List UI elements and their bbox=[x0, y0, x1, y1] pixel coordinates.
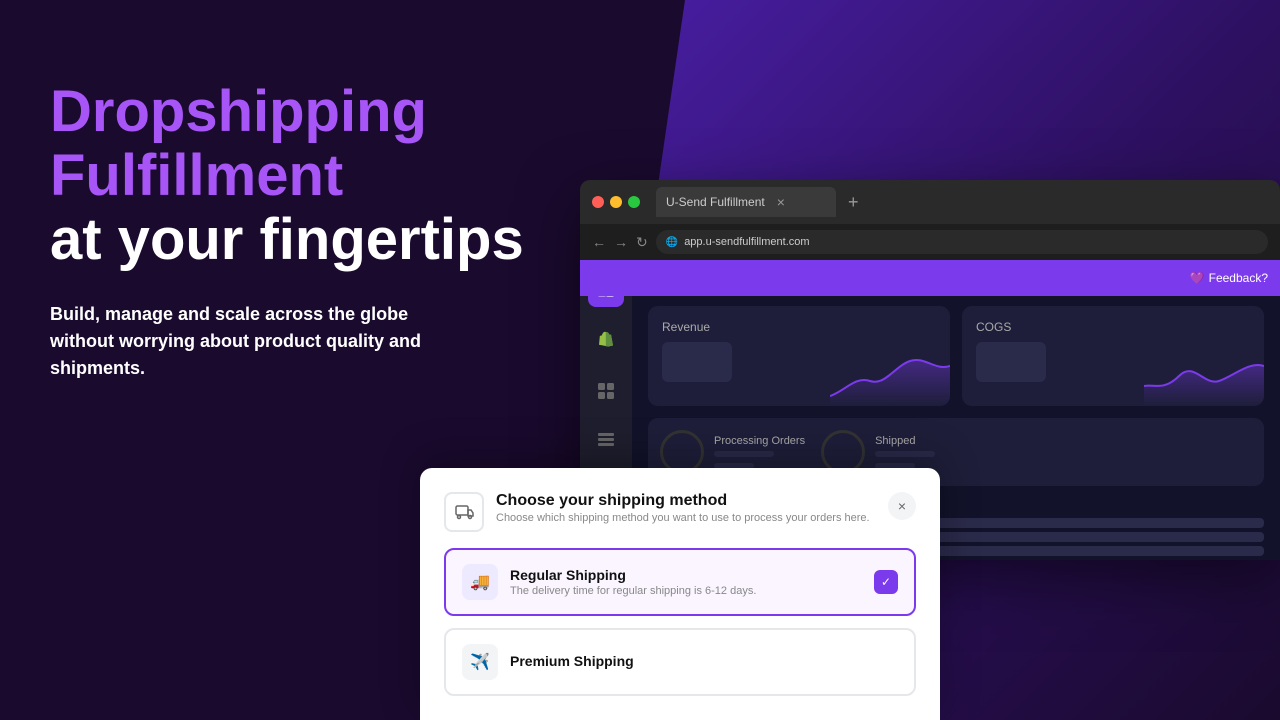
modal-subtitle: Choose which shipping method you want to… bbox=[496, 512, 870, 524]
cogs-label: COGS bbox=[976, 320, 1250, 334]
modal-header: Choose your shipping method Choose which… bbox=[444, 492, 916, 532]
regular-shipping-name: Regular Shipping bbox=[510, 567, 862, 583]
heart-icon: 💜 bbox=[1190, 271, 1205, 285]
regular-shipping-option[interactable]: 🚚 Regular Shipping The delivery time for… bbox=[444, 548, 916, 616]
processing-label: Processing Orders bbox=[714, 435, 805, 447]
premium-shipping-info: Premium Shipping bbox=[510, 653, 898, 671]
headline-white: at your fingertips bbox=[50, 208, 550, 272]
premium-shipping-name: Premium Shipping bbox=[510, 653, 898, 669]
shipped-bar bbox=[875, 451, 935, 457]
revenue-card: Revenue bbox=[648, 306, 950, 406]
feedback-bar: 💜 Feedback? bbox=[580, 260, 1280, 296]
cogs-chart bbox=[1144, 346, 1264, 406]
browser-nav: ← → ↻ 🌐 app.u-sendfulfillment.com bbox=[580, 224, 1280, 260]
new-tab-icon[interactable]: + bbox=[848, 192, 859, 213]
back-button[interactable]: ← bbox=[592, 234, 606, 250]
revenue-value bbox=[662, 342, 732, 382]
tab-close-icon[interactable]: × bbox=[777, 194, 785, 210]
close-icon: × bbox=[898, 498, 906, 514]
refresh-button[interactable]: ↻ bbox=[636, 234, 648, 251]
stats-row: Revenue COGS bbox=[648, 306, 1264, 406]
processing-bar bbox=[714, 451, 774, 457]
address-text: app.u-sendfulfillment.com bbox=[684, 236, 809, 248]
regular-shipping-check: ✓ bbox=[874, 570, 898, 594]
sidebar-grid-icon[interactable] bbox=[588, 373, 624, 408]
revenue-label: Revenue bbox=[662, 320, 936, 334]
regular-shipping-desc: The delivery time for regular shipping i… bbox=[510, 585, 862, 597]
feedback-label: Feedback? bbox=[1209, 271, 1268, 285]
browser-tab[interactable]: U-Send Fulfillment × bbox=[656, 187, 836, 217]
tab-title: U-Send Fulfillment bbox=[666, 195, 765, 209]
headline-purple: Dropshipping Fulfillment bbox=[50, 80, 550, 208]
regular-shipping-icon: 🚚 bbox=[462, 564, 498, 600]
forward-button[interactable]: → bbox=[614, 234, 628, 250]
shipped-info: Shipped bbox=[875, 435, 935, 469]
globe-icon: 🌐 bbox=[666, 237, 678, 248]
hero-subtext: Build, manage and scale across the globe… bbox=[50, 301, 450, 382]
modal-title-group: Choose your shipping method Choose which… bbox=[444, 492, 888, 532]
modal-title: Choose your shipping method bbox=[496, 492, 870, 510]
revenue-chart bbox=[830, 346, 950, 406]
traffic-lights bbox=[592, 196, 640, 208]
close-traffic-light[interactable] bbox=[592, 196, 604, 208]
address-bar[interactable]: 🌐 app.u-sendfulfillment.com bbox=[656, 230, 1268, 254]
minimize-traffic-light[interactable] bbox=[610, 196, 622, 208]
shipped-label: Shipped bbox=[875, 435, 935, 447]
premium-shipping-icon: ✈️ bbox=[462, 644, 498, 680]
browser-chrome: U-Send Fulfillment × + bbox=[580, 180, 1280, 224]
regular-shipping-info: Regular Shipping The delivery time for r… bbox=[510, 567, 862, 597]
shipping-method-modal: Choose your shipping method Choose which… bbox=[420, 468, 940, 720]
cogs-card: COGS bbox=[962, 306, 1264, 406]
cogs-value bbox=[976, 342, 1046, 382]
maximize-traffic-light[interactable] bbox=[628, 196, 640, 208]
feedback-button[interactable]: 💜 Feedback? bbox=[1190, 271, 1268, 285]
modal-icon bbox=[444, 492, 484, 532]
premium-shipping-option[interactable]: ✈️ Premium Shipping bbox=[444, 628, 916, 696]
processing-info: Processing Orders bbox=[714, 435, 805, 469]
sidebar-shopify-icon[interactable] bbox=[588, 323, 624, 358]
hero-section: Dropshipping Fulfillment at your fingert… bbox=[50, 80, 550, 382]
modal-close-button[interactable]: × bbox=[888, 492, 916, 520]
sidebar-table-icon[interactable] bbox=[588, 424, 624, 459]
